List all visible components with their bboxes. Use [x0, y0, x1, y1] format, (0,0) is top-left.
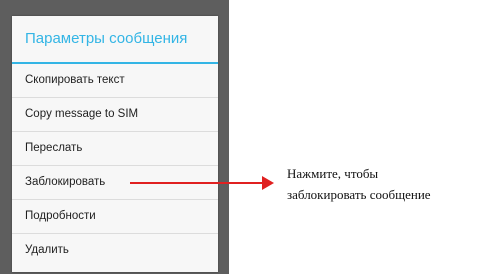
menu-list: Скопировать текст Copy message to SIM Пе…	[12, 64, 218, 267]
dialog-title: Параметры сообщения	[25, 30, 188, 47]
menu-item-forward[interactable]: Переслать	[12, 132, 218, 166]
callout-line-2: заблокировать сообщение	[287, 187, 431, 202]
annotated-screenshot: Параметры сообщения Скопировать текст Co…	[0, 0, 482, 274]
callout-line-1: Нажмите, чтобы	[287, 166, 379, 181]
callout-arrow-line	[130, 182, 264, 184]
menu-item-details[interactable]: Подробности	[12, 200, 218, 234]
menu-item-delete[interactable]: Удалить	[12, 234, 218, 267]
callout-arrow-head-icon	[262, 176, 274, 190]
callout-text: Нажмите, чтобы заблокировать сообщение	[287, 163, 477, 205]
phone-screen-backdrop: Параметры сообщения Скопировать текст Co…	[0, 0, 229, 274]
menu-item-copy-text[interactable]: Скопировать текст	[12, 64, 218, 98]
menu-item-copy-to-sim[interactable]: Copy message to SIM	[12, 98, 218, 132]
message-options-dialog: Параметры сообщения Скопировать текст Co…	[12, 16, 218, 272]
